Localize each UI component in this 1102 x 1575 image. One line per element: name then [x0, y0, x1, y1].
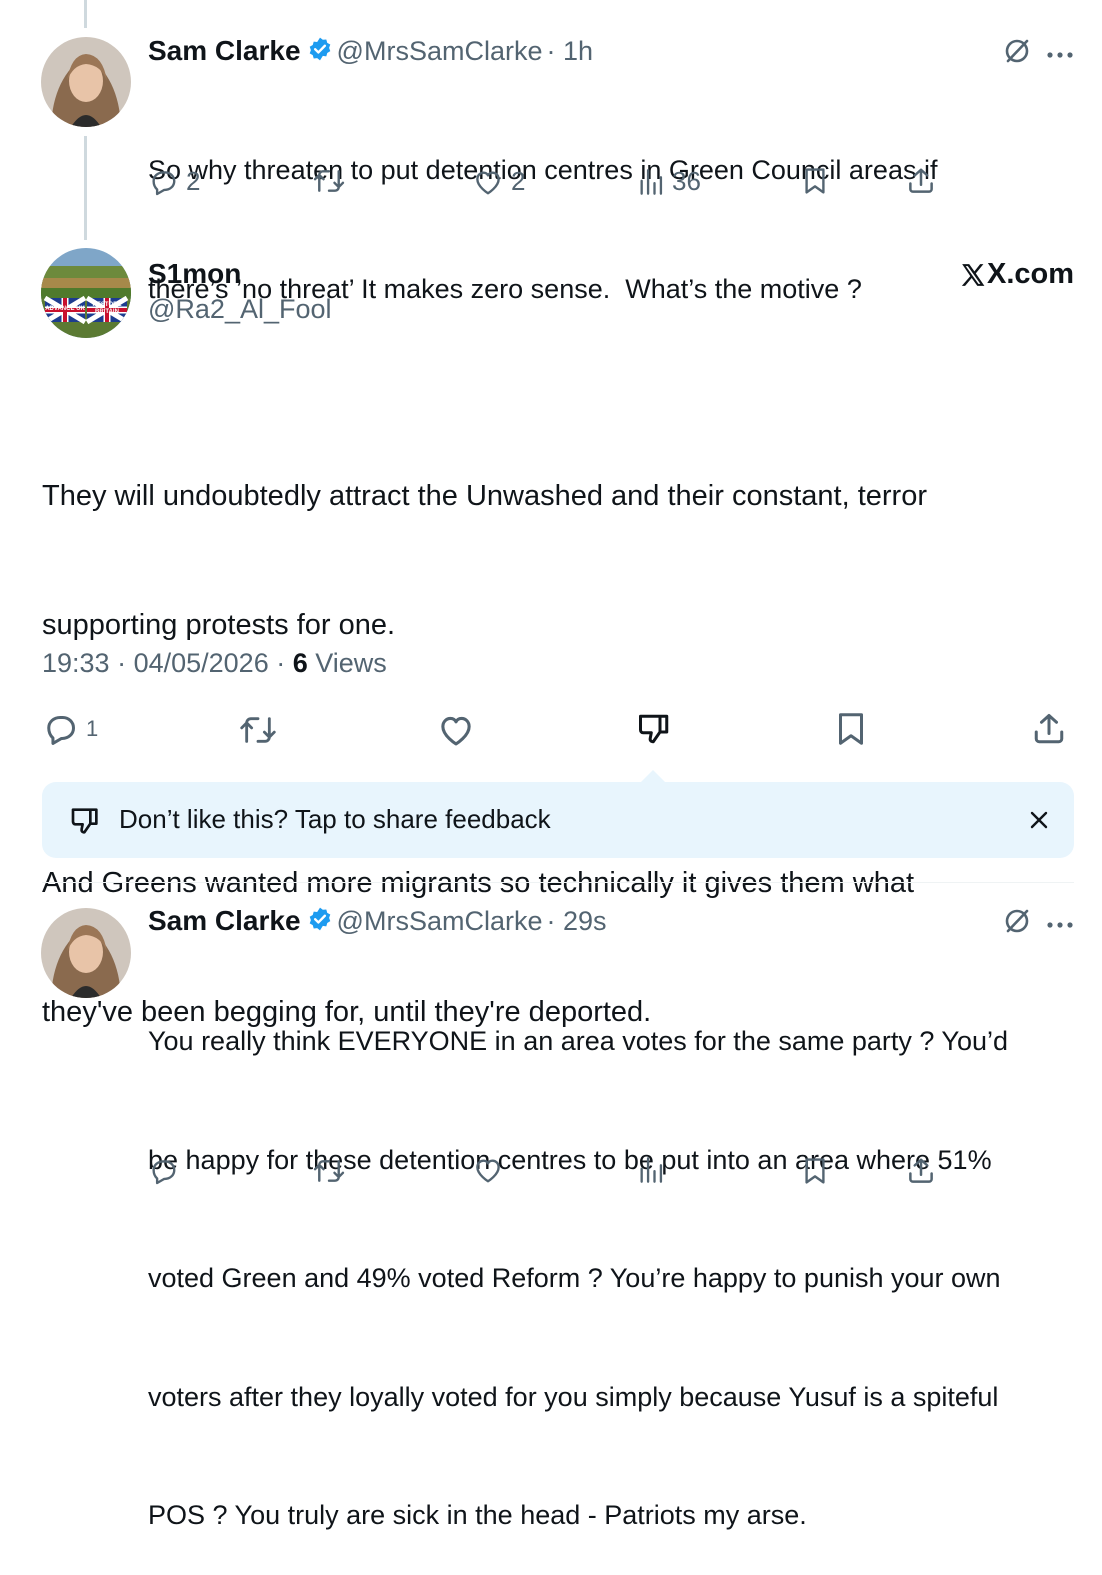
more-icon[interactable]: [1046, 916, 1074, 934]
tweet2-text: You really think EVERYONE in an area vot…: [148, 943, 1093, 1575]
retweet-icon: [313, 170, 345, 192]
views-button[interactable]: 36: [638, 166, 701, 197]
views-button[interactable]: [638, 1156, 664, 1184]
retweet-button[interactable]: [312, 166, 346, 196]
timestamp[interactable]: · 1h: [546, 36, 593, 67]
share-button[interactable]: [906, 1156, 936, 1186]
like-button[interactable]: 2: [473, 166, 525, 197]
retweet-icon: [240, 717, 276, 743]
retweet-button[interactable]: [238, 713, 278, 747]
views-count: 36: [672, 166, 701, 196]
post-time[interactable]: 19:33: [42, 648, 110, 678]
tweet2-text-line: POS ? You truly are sick in the head - P…: [148, 1500, 807, 1530]
user-handle[interactable]: @Ra2_Al_Fool: [148, 294, 332, 325]
reply-button[interactable]: [148, 1156, 178, 1186]
views-count: 6: [292, 648, 308, 678]
avatar[interactable]: [41, 908, 131, 998]
views-icon: [640, 1157, 663, 1183]
like-count: 2: [511, 166, 526, 196]
user-handle[interactable]: @MrsSamClarke: [337, 906, 543, 937]
avatar-banner-right: RESTORE BRITAIN: [92, 302, 122, 315]
bookmark-icon: [805, 1158, 825, 1184]
share-button[interactable]: [1031, 711, 1067, 747]
share-icon: [909, 168, 933, 193]
timestamp[interactable]: · 29s: [546, 906, 606, 937]
dislike-button[interactable]: [635, 711, 673, 747]
like-icon: [476, 170, 500, 194]
views-icon: [640, 168, 663, 195]
display-name[interactable]: Sam Clarke: [148, 35, 301, 67]
display-name[interactable]: S1mon: [148, 258, 241, 290]
close-icon[interactable]: [1028, 809, 1050, 831]
tweet2-text-line: be happy for these detention centres to …: [148, 1144, 992, 1175]
verified-icon: [307, 36, 333, 67]
share-icon: [909, 1158, 933, 1183]
avatar-banner-left: ADVANCE UK: [45, 306, 85, 312]
user-handle[interactable]: @MrsSamClarke: [337, 36, 543, 67]
reply-button[interactable]: 1: [42, 711, 98, 747]
tweet2-text-line: You really think EVERYONE in an area vot…: [148, 1026, 1009, 1056]
reply-count: 1: [86, 716, 99, 741]
reply-count: 2: [186, 166, 201, 196]
thread-line-mid: [84, 136, 87, 240]
more-icon[interactable]: [1046, 46, 1074, 64]
reply-icon: [47, 715, 75, 745]
retweet-icon: [313, 1160, 345, 1182]
avatar[interactable]: ADVANCE UK RESTORE BRITAIN: [41, 248, 131, 338]
like-button[interactable]: [473, 1156, 503, 1184]
views-label: Views: [315, 648, 387, 678]
tweet2-text-line: voters after they loyally voted for you …: [148, 1381, 999, 1412]
reply-button[interactable]: 2: [148, 166, 200, 197]
like-icon: [476, 1159, 500, 1183]
brand-watermark: X.com: [960, 258, 1074, 291]
verified-icon: [307, 906, 333, 937]
dislike-icon: [71, 808, 98, 834]
reply-icon: [152, 1160, 176, 1185]
main-text-line: supporting protests for one.: [42, 609, 396, 641]
feedback-banner[interactable]: Don’t like this? Tap to share feedback: [42, 782, 1074, 858]
bookmark-icon: [805, 168, 825, 194]
reply-icon: [152, 170, 176, 195]
avatar[interactable]: [41, 37, 131, 127]
thread-line-top: [84, 0, 87, 28]
tweet1-text-line: So why threaten to put detention centres…: [148, 155, 938, 185]
grok-icon[interactable]: [1003, 907, 1031, 940]
retweet-button[interactable]: [312, 1156, 346, 1186]
like-button[interactable]: [437, 713, 475, 747]
bookmark-button[interactable]: [836, 711, 866, 747]
post-date[interactable]: 04/05/2026: [134, 648, 269, 678]
divider: [42, 882, 1074, 883]
main-text-line: And Greens wanted more migrants so techn…: [42, 867, 915, 899]
bookmark-button[interactable]: [803, 1156, 827, 1186]
brand-text: X.com: [987, 258, 1075, 290]
bookmark-icon: [839, 713, 863, 745]
tweet2-text-line: voted Green and 49% voted Reform ? You’r…: [148, 1263, 1001, 1293]
feedback-text: Don’t like this? Tap to share feedback: [119, 804, 551, 834]
like-icon: [441, 716, 471, 746]
tweet1-header: Sam Clarke @MrsSamClarke · 1h: [148, 33, 593, 69]
share-icon: [1034, 714, 1064, 744]
share-button[interactable]: [906, 166, 936, 196]
tweet2-header: Sam Clarke @MrsSamClarke · 29s: [148, 903, 607, 939]
bookmark-button[interactable]: [803, 166, 827, 196]
main-text-line: They will undoubtedly attract the Unwash…: [42, 480, 927, 512]
dislike-icon: [639, 714, 669, 744]
display-name[interactable]: Sam Clarke: [148, 905, 301, 937]
grok-icon[interactable]: [1003, 37, 1031, 70]
tweet-meta: 19:33 · 04/05/2026 · 6 Views: [42, 648, 387, 678]
